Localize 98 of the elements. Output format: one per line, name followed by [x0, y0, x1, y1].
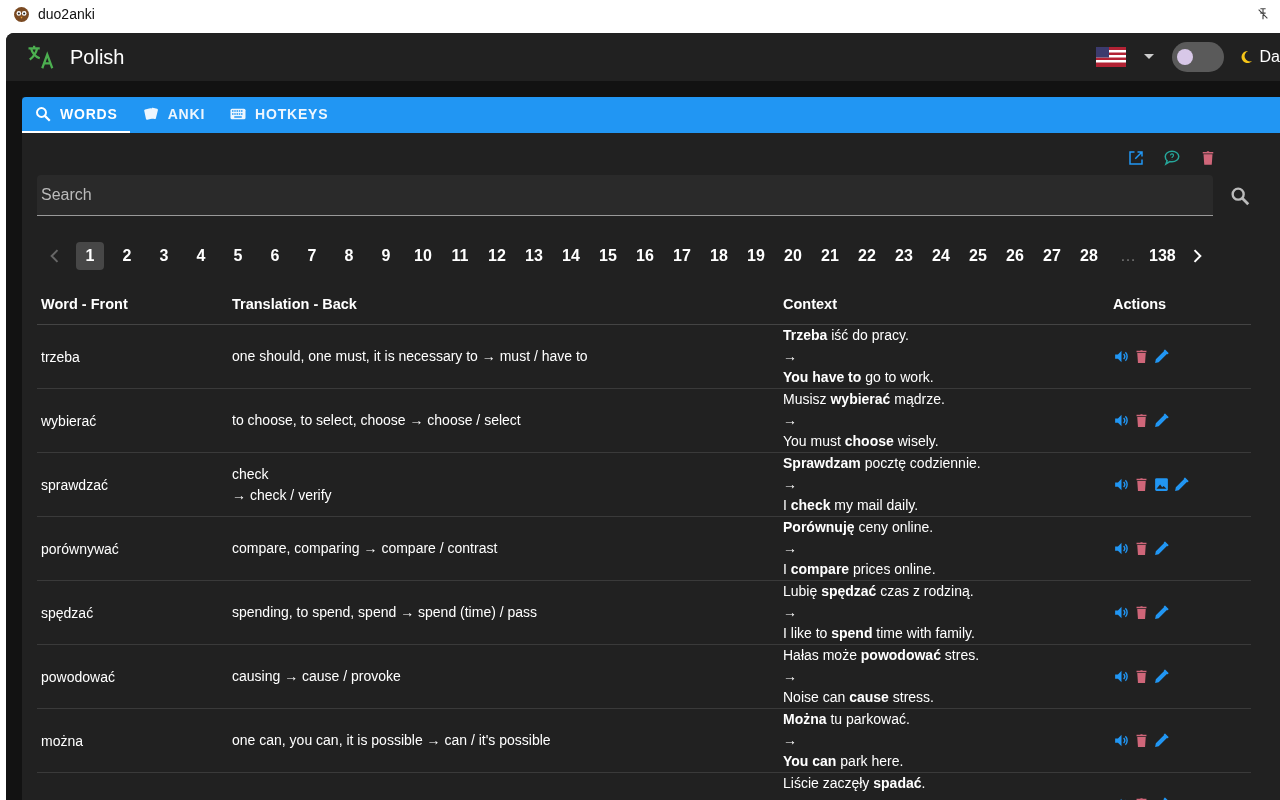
context-line: → — [783, 475, 798, 494]
column-header: Actions — [1109, 284, 1251, 325]
context-line: Noise can cause stress. — [783, 688, 935, 707]
flag-icon[interactable] — [1095, 47, 1126, 67]
theme-label: Da — [1259, 48, 1280, 66]
translation-cell: compare, comparing → compare / contrast — [228, 516, 779, 581]
pencil-icon[interactable] — [1153, 668, 1170, 685]
context-line: Lubię spędzać czas z rodziną. — [783, 582, 975, 601]
context-line: → — [783, 731, 798, 750]
word-cell: sprawdzać — [37, 452, 228, 517]
translation-cell: one should, one must, it is necessary to → must / have to — [228, 324, 779, 389]
word-cell: trzeba — [37, 324, 228, 389]
page-button[interactable]: 16 — [631, 242, 659, 270]
window-title: duo2anki — [38, 6, 95, 22]
context-line: → — [783, 667, 798, 686]
translation-cell: to choose, to select, choose → choose / select — [228, 388, 779, 453]
word-cell: powodować — [37, 644, 228, 709]
page-button[interactable]: 6 — [261, 242, 289, 270]
page-button[interactable]: 11 — [446, 242, 474, 270]
column-header: Context — [779, 284, 1109, 325]
context-line: → — [783, 603, 798, 622]
cards-icon — [141, 105, 160, 123]
page-button[interactable]: 17 — [668, 242, 696, 270]
speaker-icon[interactable] — [1113, 540, 1130, 557]
page-button[interactable]: 4 — [187, 242, 215, 270]
theme-switch[interactable] — [1171, 42, 1224, 72]
page-button[interactable]: 27 — [1038, 242, 1066, 270]
context-line: → — [783, 539, 798, 558]
owl-icon — [13, 5, 30, 23]
page-button[interactable]: 3 — [150, 242, 178, 270]
pin-off-icon[interactable] — [1256, 7, 1270, 21]
page-button[interactable]: 25 — [964, 242, 992, 270]
column-header: Translation - Back — [228, 284, 779, 325]
context-line: You must choose wisely. — [783, 432, 940, 451]
speaker-icon[interactable] — [1113, 476, 1130, 493]
help-comment-icon[interactable] — [1163, 149, 1181, 167]
page-button[interactable]: 10 — [409, 242, 437, 270]
translation-cell: one can, you can, it is possible → can / it's possible — [228, 708, 779, 773]
context-line: → — [783, 411, 798, 430]
word-cell: wybierać — [37, 388, 228, 453]
page-button[interactable]: 8 — [335, 242, 363, 270]
context-line: Sprawdzam pocztę codziennie. — [783, 454, 982, 473]
page-button[interactable]: 28 — [1075, 242, 1103, 270]
pencil-icon[interactable] — [1153, 348, 1170, 365]
page-button[interactable]: 9 — [372, 242, 400, 270]
speaker-icon[interactable] — [1113, 348, 1130, 365]
speaker-icon[interactable] — [1113, 412, 1130, 429]
word-cell: spędzać — [37, 580, 228, 645]
page-button[interactable]: 138 — [1147, 242, 1178, 270]
page-button[interactable]: 21 — [816, 242, 844, 270]
page-button[interactable]: 19 — [742, 242, 770, 270]
pencil-icon[interactable] — [1173, 476, 1190, 493]
column-header: Word - Front — [37, 284, 228, 325]
search-icon — [34, 105, 52, 123]
app-title: Polish — [70, 45, 125, 69]
pencil-icon[interactable] — [1153, 540, 1170, 557]
context-line: I like to spend time with family. — [783, 624, 976, 643]
word-cell: można — [37, 708, 228, 773]
page-button[interactable]: 7 — [298, 242, 326, 270]
page-button[interactable]: 2 — [113, 242, 141, 270]
context-line: Liście zaczęły spadać. — [783, 774, 927, 793]
pencil-icon[interactable] — [1153, 604, 1170, 621]
page-button[interactable]: 1 — [76, 242, 104, 270]
page-button[interactable]: 26 — [1001, 242, 1029, 270]
page-button[interactable]: 13 — [520, 242, 548, 270]
page-button[interactable]: 15 — [594, 242, 622, 270]
page-button[interactable]: 18 — [705, 242, 733, 270]
pencil-icon[interactable] — [1153, 412, 1170, 429]
context-line: → — [783, 347, 798, 366]
context-line: Hałas może powodować stres. — [783, 646, 981, 665]
page-button[interactable]: 12 — [483, 242, 511, 270]
context-line: Można tu parkować. — [783, 710, 911, 729]
page-button[interactable]: 14 — [557, 242, 585, 270]
speaker-icon[interactable] — [1113, 604, 1130, 621]
context-line: You can park here. — [783, 752, 905, 771]
translation-cell: causing → cause / provoke — [228, 644, 779, 709]
word-cell: porównywać — [37, 516, 228, 581]
translation-cell: spending, to spend, spend → spend (time) / pass — [228, 580, 779, 645]
image-icon[interactable] — [1153, 476, 1170, 493]
caret-icon[interactable] — [1143, 54, 1154, 60]
page-button[interactable]: 5 — [224, 242, 252, 270]
translation-cell: check → check / verify — [228, 452, 779, 517]
context-line: I compare prices online. — [783, 560, 937, 579]
page-button[interactable]: 20 — [779, 242, 807, 270]
page-button[interactable]: 24 — [927, 242, 955, 270]
context-line: You have to go to work. — [783, 368, 935, 387]
page-button[interactable]: 23 — [890, 242, 918, 270]
page-button[interactable]: 22 — [853, 242, 881, 270]
context-line: Trzeba iść do pracy. — [783, 326, 910, 345]
search-field[interactable]: Search — [37, 175, 1213, 216]
page-ellipsis: … — [1119, 247, 1137, 265]
open-external-icon[interactable] — [1127, 149, 1145, 167]
context-line: I check my mail daily. — [783, 496, 920, 515]
context-line: Musisz wybierać mądrze. — [783, 390, 946, 409]
speaker-icon[interactable] — [1113, 668, 1130, 685]
speaker-icon[interactable] — [1113, 732, 1130, 749]
pencil-icon[interactable] — [1153, 732, 1170, 749]
context-line: Porównuję ceny online. — [783, 518, 935, 537]
